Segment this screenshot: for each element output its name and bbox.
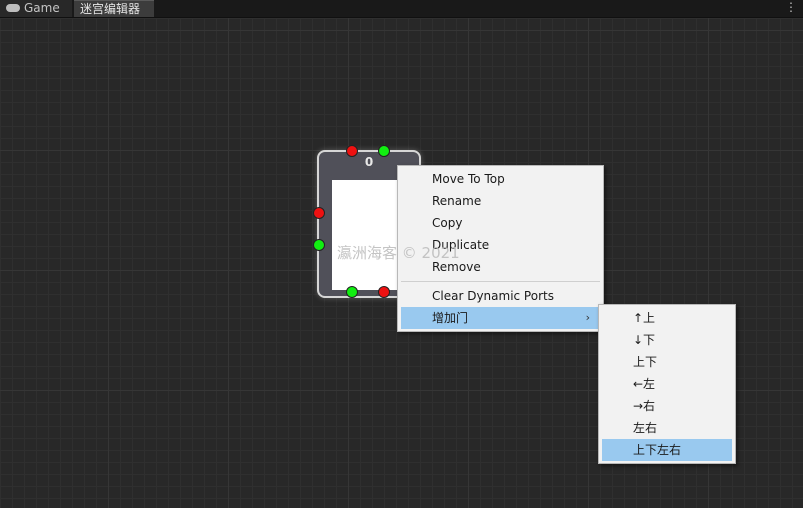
tab-game[interactable]: Game: [0, 0, 72, 17]
menu-item-rename[interactable]: Rename: [401, 190, 600, 212]
submenu-item-left[interactable]: ←左: [602, 373, 732, 395]
submenu-item-up-down[interactable]: 上下: [602, 351, 732, 373]
kebab-menu-icon[interactable]: ⋮: [785, 0, 797, 17]
context-menu: Move To Top Rename Copy Duplicate Remove…: [397, 165, 604, 332]
submenu-item-all[interactable]: 上下左右: [602, 439, 732, 461]
tab-game-label: Game: [24, 1, 60, 15]
submenu-item-up[interactable]: ↑上: [602, 307, 732, 329]
submenu-item-left-right[interactable]: 左右: [602, 417, 732, 439]
port-left-green[interactable]: [313, 239, 325, 251]
menu-separator: [401, 281, 600, 282]
menu-item-copy[interactable]: Copy: [401, 212, 600, 234]
menu-item-clear-dynamic-ports[interactable]: Clear Dynamic Ports: [401, 285, 600, 307]
menu-item-add-door[interactable]: 增加门 ›: [401, 307, 600, 329]
port-bottom-green[interactable]: [346, 286, 358, 298]
tab-maze-editor[interactable]: 迷宫编辑器: [74, 0, 154, 17]
menu-item-add-door-label: 增加门: [432, 311, 469, 325]
port-top-red[interactable]: [346, 145, 358, 157]
submenu-item-right[interactable]: →右: [602, 395, 732, 417]
port-left-red[interactable]: [313, 207, 325, 219]
tab-maze-editor-label: 迷宫编辑器: [80, 2, 141, 16]
port-bottom-red[interactable]: [378, 286, 390, 298]
chevron-right-icon: ›: [585, 311, 590, 324]
add-door-submenu: ↑上 ↓下 上下 ←左 →右 左右 上下左右: [598, 304, 736, 464]
menu-item-duplicate[interactable]: Duplicate: [401, 234, 600, 256]
menu-item-move-to-top[interactable]: Move To Top: [401, 168, 600, 190]
port-top-green[interactable]: [378, 145, 390, 157]
submenu-item-down[interactable]: ↓下: [602, 329, 732, 351]
tab-bar: Game 迷宫编辑器 ⋮: [0, 0, 803, 18]
menu-item-remove[interactable]: Remove: [401, 256, 600, 278]
gamepad-icon: [6, 3, 20, 12]
